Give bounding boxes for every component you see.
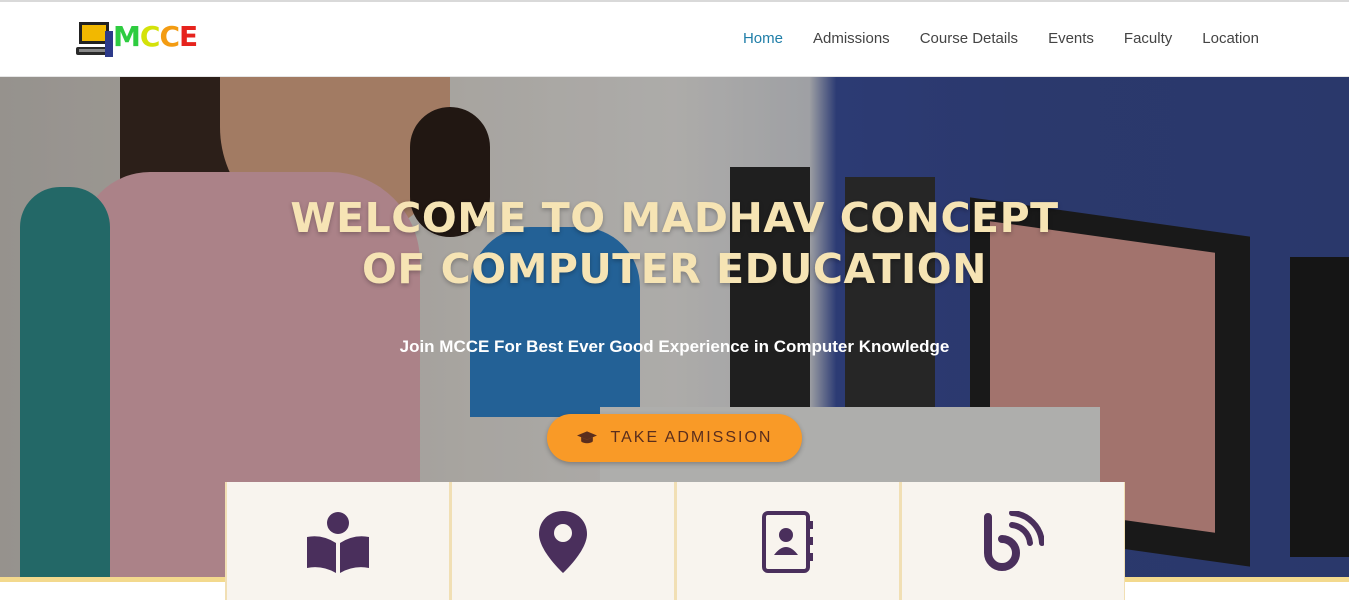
- feature-card-3[interactable]: [675, 482, 900, 600]
- nav-course-details[interactable]: Course Details: [920, 30, 1018, 47]
- nav-admissions[interactable]: Admissions: [813, 30, 890, 47]
- site-logo[interactable]: MCCE: [75, 17, 230, 65]
- nav-location[interactable]: Location: [1202, 30, 1259, 47]
- feature-cards: [225, 482, 1125, 600]
- nav-faculty[interactable]: Faculty: [1124, 30, 1172, 47]
- feature-card-1[interactable]: [225, 482, 450, 600]
- navbar: MCCE Home Admissions Course Details Even…: [0, 2, 1349, 77]
- take-admission-label: TAKE ADMISSION: [610, 429, 773, 446]
- contact-book-icon: [762, 511, 813, 573]
- feature-card-4[interactable]: [900, 482, 1125, 600]
- hero-title: WELCOME TO MADHAV CONCEPT OF COMPUTER ED…: [0, 193, 1349, 295]
- hero-subtitle: Join MCCE For Best Ever Good Experience …: [399, 337, 950, 356]
- hero-title-line-1: WELCOME TO MADHAV CONCEPT: [290, 194, 1059, 242]
- nav-home[interactable]: Home: [743, 30, 783, 47]
- reader-book-icon: [307, 512, 369, 573]
- main-nav: Home Admissions Course Details Events Fa…: [743, 30, 1259, 47]
- blog-feed-icon: [984, 511, 1044, 571]
- hero-title-line-2: OF COMPUTER EDUCATION: [362, 245, 987, 293]
- logo-text: MCCE: [113, 20, 198, 53]
- map-pin-icon: [539, 511, 587, 573]
- nav-events[interactable]: Events: [1048, 30, 1094, 47]
- graduation-cap-icon: [576, 431, 597, 444]
- take-admission-button[interactable]: TAKE ADMISSION: [547, 414, 802, 462]
- computer-logo-icon: [76, 22, 113, 57]
- feature-card-2[interactable]: [450, 482, 675, 600]
